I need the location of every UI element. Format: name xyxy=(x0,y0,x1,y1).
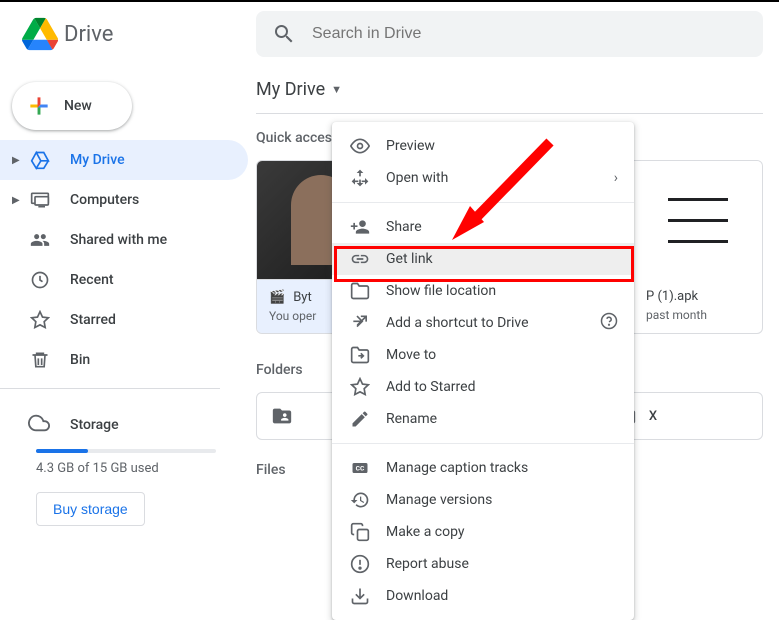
context-menu-label: Show file location xyxy=(386,283,496,299)
context-menu-share[interactable]: Share xyxy=(332,211,634,243)
cloud-icon xyxy=(28,412,52,438)
context-menu-label: Make a copy xyxy=(386,524,465,540)
context-menu: Preview Open with › Share Get link Show file … xyxy=(332,122,634,620)
pencil-icon xyxy=(348,409,372,429)
search-input[interactable] xyxy=(312,25,747,43)
context-menu-open-with[interactable]: Open with › xyxy=(332,162,634,194)
quick-card-subtitle: past month xyxy=(646,308,750,322)
star-icon xyxy=(348,377,372,397)
context-menu-make-a-copy[interactable]: Make a copy xyxy=(332,516,634,548)
report-icon xyxy=(348,554,372,574)
sidebar-item-recent[interactable]: ▶Recent xyxy=(0,260,248,300)
sidebar-item-label: Bin xyxy=(70,352,90,368)
context-menu-manage-caption-tracks[interactable]: CC Manage caption tracks xyxy=(332,452,634,484)
eye-icon xyxy=(348,136,372,156)
context-menu-label: Preview xyxy=(386,138,435,154)
history-icon xyxy=(348,490,372,510)
quick-card-title: Byt xyxy=(293,290,312,305)
svg-text:CC: CC xyxy=(356,465,365,473)
drive-logo-icon xyxy=(20,14,60,54)
context-menu-label: Move to xyxy=(386,347,436,363)
breadcrumb-label: My Drive xyxy=(256,79,325,100)
storage-label: Storage xyxy=(70,417,119,433)
sidebar-item-label: Recent xyxy=(70,272,114,288)
context-menu-report-abuse[interactable]: Report abuse xyxy=(332,548,634,580)
trash-icon xyxy=(28,350,52,370)
buy-storage-button[interactable]: Buy storage xyxy=(36,492,145,526)
dropdown-icon: ▼ xyxy=(331,83,342,96)
sidebar: New ▶ My Drive ▶ Computers ▶Shared with me▶R… xyxy=(0,66,248,611)
star-icon xyxy=(28,310,52,330)
search-icon xyxy=(272,22,296,46)
shortcut-icon xyxy=(348,313,372,333)
context-menu-preview[interactable]: Preview xyxy=(332,130,634,162)
context-menu-label: Manage versions xyxy=(386,492,492,508)
folder-shared-icon xyxy=(271,405,293,427)
quick-card-file[interactable]: P (1).apk past month xyxy=(634,160,763,334)
plus-icon xyxy=(26,93,52,119)
folder-icon xyxy=(348,281,372,301)
sidebar-item-computers[interactable]: ▶ Computers xyxy=(0,180,248,220)
open-with-icon xyxy=(348,168,372,188)
quick-card-title: P (1).apk xyxy=(646,289,750,304)
chevron-right-icon: ▶ xyxy=(12,195,24,206)
sidebar-item-trash[interactable]: ▶Bin xyxy=(0,340,248,380)
context-menu-add-to-starred[interactable]: Add to Starred xyxy=(332,371,634,403)
sidebar-item-storage[interactable]: Storage xyxy=(12,405,224,445)
sidebar-item-drive[interactable]: ▶ My Drive xyxy=(0,140,248,180)
context-menu-divider xyxy=(332,202,634,203)
chevron-right-icon: ▶ xyxy=(12,155,24,166)
context-menu-manage-versions[interactable]: Manage versions xyxy=(332,484,634,516)
context-menu-get-link[interactable]: Get link xyxy=(332,243,634,275)
drive-icon xyxy=(28,150,52,170)
help-icon[interactable] xyxy=(600,312,618,334)
move-icon xyxy=(348,345,372,365)
sidebar-item-label: Shared with me xyxy=(70,232,167,248)
link-icon xyxy=(348,249,372,269)
context-menu-label: Download xyxy=(386,588,448,604)
context-menu-label: Report abuse xyxy=(386,556,469,572)
download-icon xyxy=(348,586,372,606)
context-menu-label: Share xyxy=(386,219,422,235)
storage-used-text: 4.3 GB of 15 GB used xyxy=(36,461,224,476)
sidebar-item-shared[interactable]: ▶Shared with me xyxy=(0,220,248,260)
context-menu-label: Get link xyxy=(386,251,433,267)
folder-name: X xyxy=(649,409,657,424)
storage-bar xyxy=(36,449,216,453)
context-menu-label: Open with xyxy=(386,170,448,186)
cc-icon: CC xyxy=(348,458,372,478)
context-menu-label: Manage caption tracks xyxy=(386,460,528,476)
file-thumbnail xyxy=(634,161,762,279)
context-menu-rename[interactable]: Rename xyxy=(332,403,634,435)
sidebar-item-label: My Drive xyxy=(70,152,125,168)
context-menu-show-file-location[interactable]: Show file location xyxy=(332,275,634,307)
new-button-label: New xyxy=(64,98,92,114)
context-menu-move-to[interactable]: Move to xyxy=(332,339,634,371)
sidebar-divider xyxy=(0,388,220,389)
shared-icon xyxy=(28,230,52,250)
context-menu-label: Add a shortcut to Drive xyxy=(386,315,529,331)
person-add-icon xyxy=(348,217,372,237)
recent-icon xyxy=(28,270,52,290)
context-menu-label: Add to Starred xyxy=(386,379,475,395)
clapperboard-icon: 🎬 xyxy=(269,290,285,305)
breadcrumb[interactable]: My Drive ▼ xyxy=(256,74,763,114)
context-menu-add-a-shortcut-to-drive[interactable]: Add a shortcut to Drive xyxy=(332,307,634,339)
chevron-right-icon: › xyxy=(614,170,618,186)
computers-icon xyxy=(28,190,52,210)
new-button[interactable]: New xyxy=(12,82,132,130)
context-menu-download[interactable]: Download xyxy=(332,580,634,612)
product-title: Drive xyxy=(64,22,113,47)
context-menu-label: Rename xyxy=(386,411,437,427)
search-bar[interactable] xyxy=(256,11,763,57)
sidebar-item-star[interactable]: ▶Starred xyxy=(0,300,248,340)
sidebar-item-label: Starred xyxy=(70,312,116,328)
context-menu-divider xyxy=(332,443,634,444)
copy-icon xyxy=(348,522,372,542)
sidebar-item-label: Computers xyxy=(70,192,139,208)
logo-area[interactable]: Drive xyxy=(8,14,256,54)
